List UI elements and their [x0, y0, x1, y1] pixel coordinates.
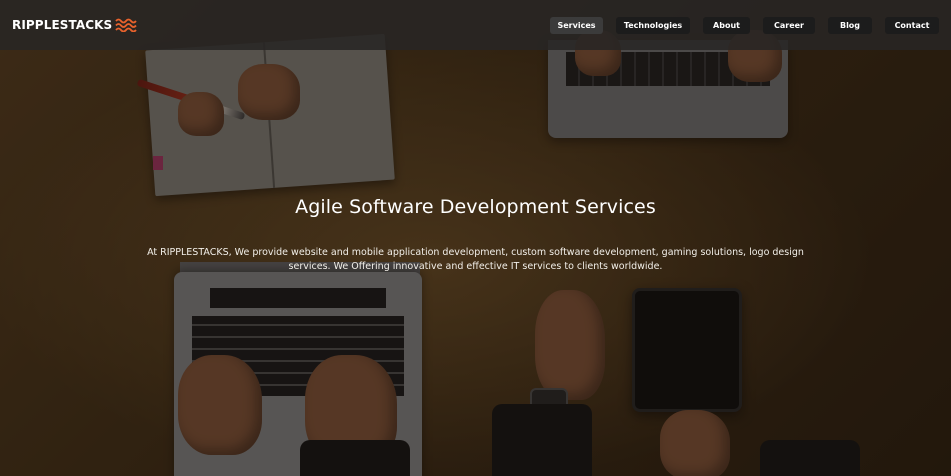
- top-navbar: RIPPLESTACKS Services Technologies About…: [0, 0, 951, 50]
- page: RIPPLESTACKS Services Technologies About…: [0, 0, 951, 476]
- brand-logo-link[interactable]: RIPPLESTACKS: [12, 18, 137, 32]
- waves-icon: [115, 18, 137, 32]
- brand-name: RIPPLESTACKS: [12, 18, 113, 32]
- nav-services[interactable]: Services: [550, 16, 603, 34]
- hero-title: Agile Software Development Services: [295, 196, 656, 218]
- hero-description: At RIPPLESTACKS, We provide website and …: [147, 247, 804, 272]
- nav-technologies[interactable]: Technologies: [616, 16, 690, 34]
- nav-career[interactable]: Career: [763, 16, 815, 34]
- nav-blog[interactable]: Blog: [828, 16, 872, 34]
- main-nav: Services Technologies About Career Blog …: [550, 16, 939, 34]
- nav-about[interactable]: About: [703, 16, 750, 34]
- hero-section: Agile Software Development Services At R…: [0, 196, 951, 274]
- nav-contact[interactable]: Contact: [885, 16, 939, 34]
